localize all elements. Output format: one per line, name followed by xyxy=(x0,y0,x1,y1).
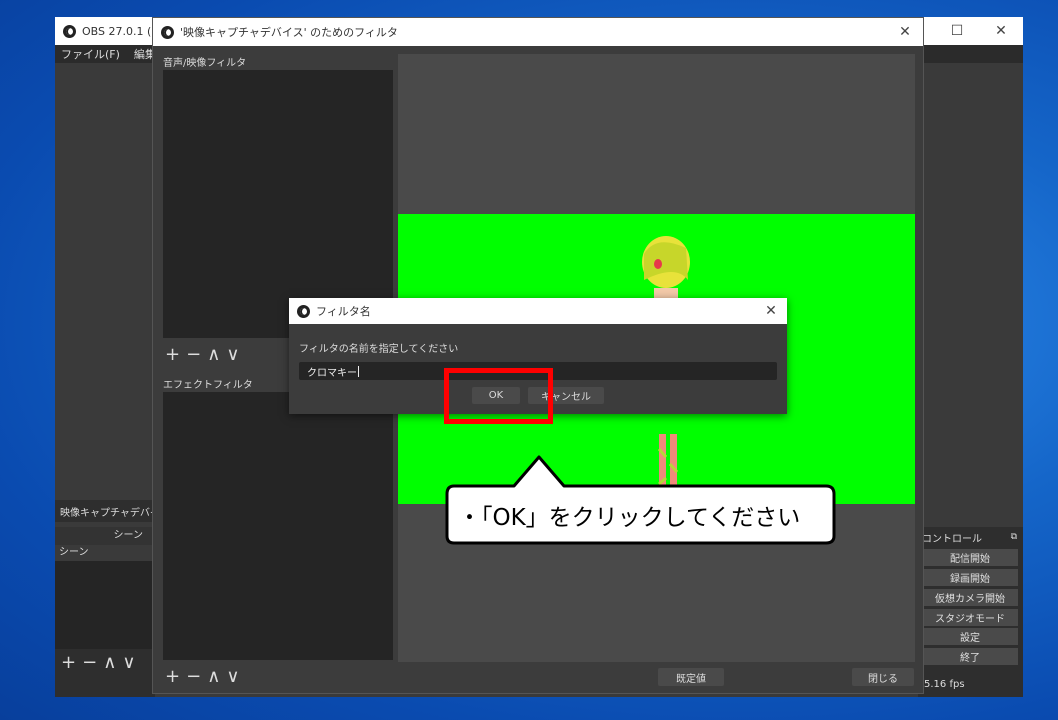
close-icon: ✕ xyxy=(899,24,911,40)
start-recording-button[interactable]: 録画開始 xyxy=(922,569,1018,586)
controls-header: コントロール ⧉ xyxy=(918,527,1023,547)
effect-toolbar: + − ∧ ∨ xyxy=(165,664,240,688)
studio-mode-button[interactable]: スタジオモード xyxy=(922,609,1018,626)
filters-title: '映像キャプチャデバイス' のためのフィルタ xyxy=(180,26,398,39)
obs-logo-icon xyxy=(63,24,76,38)
maximize-button[interactable]: ☐ xyxy=(935,17,979,45)
remove-filter-icon[interactable]: − xyxy=(186,344,201,365)
defaults-button[interactable]: 既定値 xyxy=(658,668,724,686)
dialog-title: フィルタ名 xyxy=(316,305,371,318)
effect-filters-list[interactable] xyxy=(163,392,393,660)
effect-filters-label: エフェクトフィルタ xyxy=(163,380,253,391)
dialog-prompt: フィルタの名前を指定してください xyxy=(299,344,459,355)
start-virtual-camera-button[interactable]: 仮想カメラ開始 xyxy=(922,589,1018,606)
callout-text: ・「OK」をクリックしてください xyxy=(458,505,801,531)
remove-scene-icon[interactable]: − xyxy=(82,652,97,673)
audio-video-toolbar: + − ∧ ∨ xyxy=(165,342,240,366)
move-up-icon[interactable]: ∧ xyxy=(207,344,220,365)
filter-name-value: クロマキー xyxy=(307,367,357,379)
filters-close-button[interactable]: ✕ xyxy=(887,18,923,46)
obs-logo-icon xyxy=(161,25,174,39)
close-icon: ✕ xyxy=(995,23,1007,39)
dialog-titlebar: フィルタ名 xyxy=(289,298,787,324)
scene-item[interactable]: シーン xyxy=(55,545,155,561)
obs-logo-icon xyxy=(297,304,310,318)
controls-title: コントロール xyxy=(922,533,982,545)
scenes-list: シーン xyxy=(55,545,155,649)
add-filter-icon[interactable]: + xyxy=(165,666,180,687)
audio-video-filters-label: 音声/映像フィルタ xyxy=(163,58,247,69)
exit-button[interactable]: 終了 xyxy=(922,648,1018,665)
move-down-icon[interactable]: ∨ xyxy=(226,666,239,687)
add-filter-icon[interactable]: + xyxy=(165,344,180,365)
filters-titlebar: '映像キャプチャデバイス' のためのフィルタ xyxy=(153,18,923,46)
source-label: 映像キャプチャデバイス xyxy=(60,507,155,519)
undock-icon[interactable]: ⧉ xyxy=(1011,532,1017,542)
move-up-icon[interactable]: ∧ xyxy=(103,652,116,673)
menu-file[interactable]: ファイル(F) xyxy=(61,46,120,62)
settings-button[interactable]: 設定 xyxy=(922,628,1018,645)
source-label-bar: 映像キャプチャデバイス xyxy=(55,500,155,522)
scenes-toolbar: + − ∧ ∨ xyxy=(55,649,155,675)
close-button[interactable]: 閉じる xyxy=(852,668,914,686)
move-down-icon[interactable]: ∨ xyxy=(226,344,239,365)
add-scene-icon[interactable]: + xyxy=(61,652,76,673)
start-streaming-button[interactable]: 配信開始 xyxy=(922,549,1018,566)
scenes-header: シーン xyxy=(55,527,155,545)
main-close-button[interactable]: ✕ xyxy=(979,17,1023,45)
text-cursor xyxy=(358,365,359,377)
scenes-dock: シーン シーン + − ∧ ∨ xyxy=(55,527,155,697)
maximize-icon: ☐ xyxy=(950,23,964,39)
remove-filter-icon[interactable]: − xyxy=(186,666,201,687)
move-up-icon[interactable]: ∧ xyxy=(207,666,220,687)
move-down-icon[interactable]: ∨ xyxy=(122,652,135,673)
close-icon: ✕ xyxy=(765,303,777,319)
fps-readout: 5.16 fps xyxy=(924,679,965,690)
controls-dock: コントロール ⧉ 配信開始 録画開始 仮想カメラ開始 スタジオモード 設定 終了… xyxy=(918,527,1023,697)
ok-highlight-box xyxy=(444,368,553,424)
dialog-close-button[interactable]: ✕ xyxy=(755,298,787,324)
